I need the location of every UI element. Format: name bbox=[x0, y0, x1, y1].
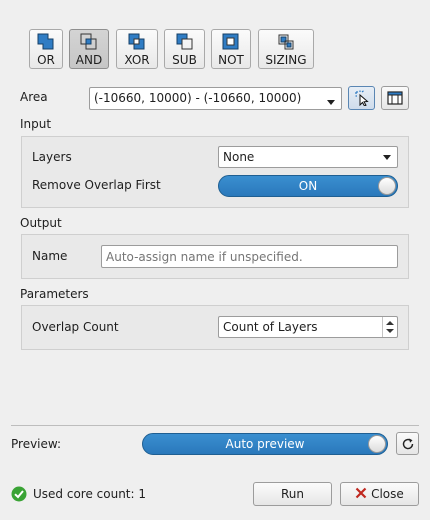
preview-label: Preview: bbox=[11, 437, 62, 451]
area-label: Area bbox=[20, 90, 48, 104]
close-x-icon bbox=[355, 487, 367, 499]
sub-icon bbox=[176, 33, 192, 50]
window-area-button[interactable] bbox=[381, 86, 409, 110]
layers-label: Layers bbox=[32, 150, 72, 164]
input-section-title: Input bbox=[20, 117, 52, 131]
toggle-knob bbox=[368, 435, 386, 453]
refresh-button[interactable] bbox=[396, 432, 419, 455]
remove-overlap-toggle[interactable]: ON bbox=[218, 175, 398, 197]
layers-value: None bbox=[223, 150, 255, 164]
and-button[interactable]: AND bbox=[69, 29, 109, 69]
check-circle-icon bbox=[11, 486, 27, 502]
name-label: Name bbox=[32, 249, 68, 263]
window-frame-icon bbox=[387, 91, 403, 105]
run-button[interactable]: Run bbox=[253, 482, 332, 506]
layers-select[interactable]: None bbox=[218, 146, 398, 168]
chevron-down-icon bbox=[386, 329, 394, 333]
or-label: OR bbox=[37, 53, 55, 67]
overlap-count-label: Overlap Count bbox=[32, 320, 119, 334]
area-select[interactable]: (-10660, 10000) - (-10660, 10000) bbox=[89, 87, 342, 110]
remove-overlap-label: Remove Overlap First bbox=[32, 178, 161, 192]
not-button[interactable]: NOT bbox=[211, 29, 251, 69]
pick-cursor-icon bbox=[354, 90, 369, 106]
name-input[interactable] bbox=[101, 245, 398, 268]
toggle-knob bbox=[378, 177, 396, 195]
sub-label: SUB bbox=[172, 53, 197, 67]
auto-preview-text: Auto preview bbox=[225, 437, 305, 451]
sizing-icon bbox=[278, 34, 294, 50]
xor-button[interactable]: XOR bbox=[116, 29, 158, 69]
or-button[interactable]: OR bbox=[29, 29, 63, 69]
chevron-up-icon bbox=[386, 321, 394, 325]
or-icon bbox=[37, 33, 54, 50]
chevron-down-icon bbox=[383, 155, 391, 160]
xor-icon bbox=[128, 33, 145, 50]
auto-preview-toggle[interactable]: Auto preview bbox=[142, 433, 388, 455]
remove-overlap-state: ON bbox=[298, 179, 318, 193]
not-icon bbox=[222, 33, 239, 50]
status-text: Used core count: 1 bbox=[33, 487, 147, 501]
xor-label: XOR bbox=[124, 53, 150, 67]
chevron-down-icon bbox=[327, 100, 335, 105]
not-label: NOT bbox=[218, 53, 244, 67]
separator bbox=[11, 425, 419, 426]
and-label: AND bbox=[75, 53, 103, 67]
overlap-count-value: Count of Layers bbox=[223, 320, 318, 334]
run-label: Run bbox=[280, 487, 304, 501]
and-icon bbox=[80, 33, 97, 50]
sub-button[interactable]: SUB bbox=[164, 29, 205, 69]
parameters-section-title: Parameters bbox=[20, 287, 89, 301]
pick-area-button[interactable] bbox=[348, 86, 375, 110]
sizing-button[interactable]: SIZING bbox=[258, 29, 314, 69]
sizing-label: SIZING bbox=[265, 53, 307, 67]
output-section-title: Output bbox=[20, 216, 62, 230]
close-label: Close bbox=[371, 487, 404, 501]
spinner-arrows[interactable] bbox=[382, 317, 397, 337]
area-value: (-10660, 10000) - (-10660, 10000) bbox=[94, 91, 302, 105]
close-button[interactable]: Close bbox=[340, 482, 419, 506]
refresh-icon bbox=[402, 438, 413, 449]
overlap-count-select[interactable]: Count of Layers bbox=[218, 316, 398, 338]
